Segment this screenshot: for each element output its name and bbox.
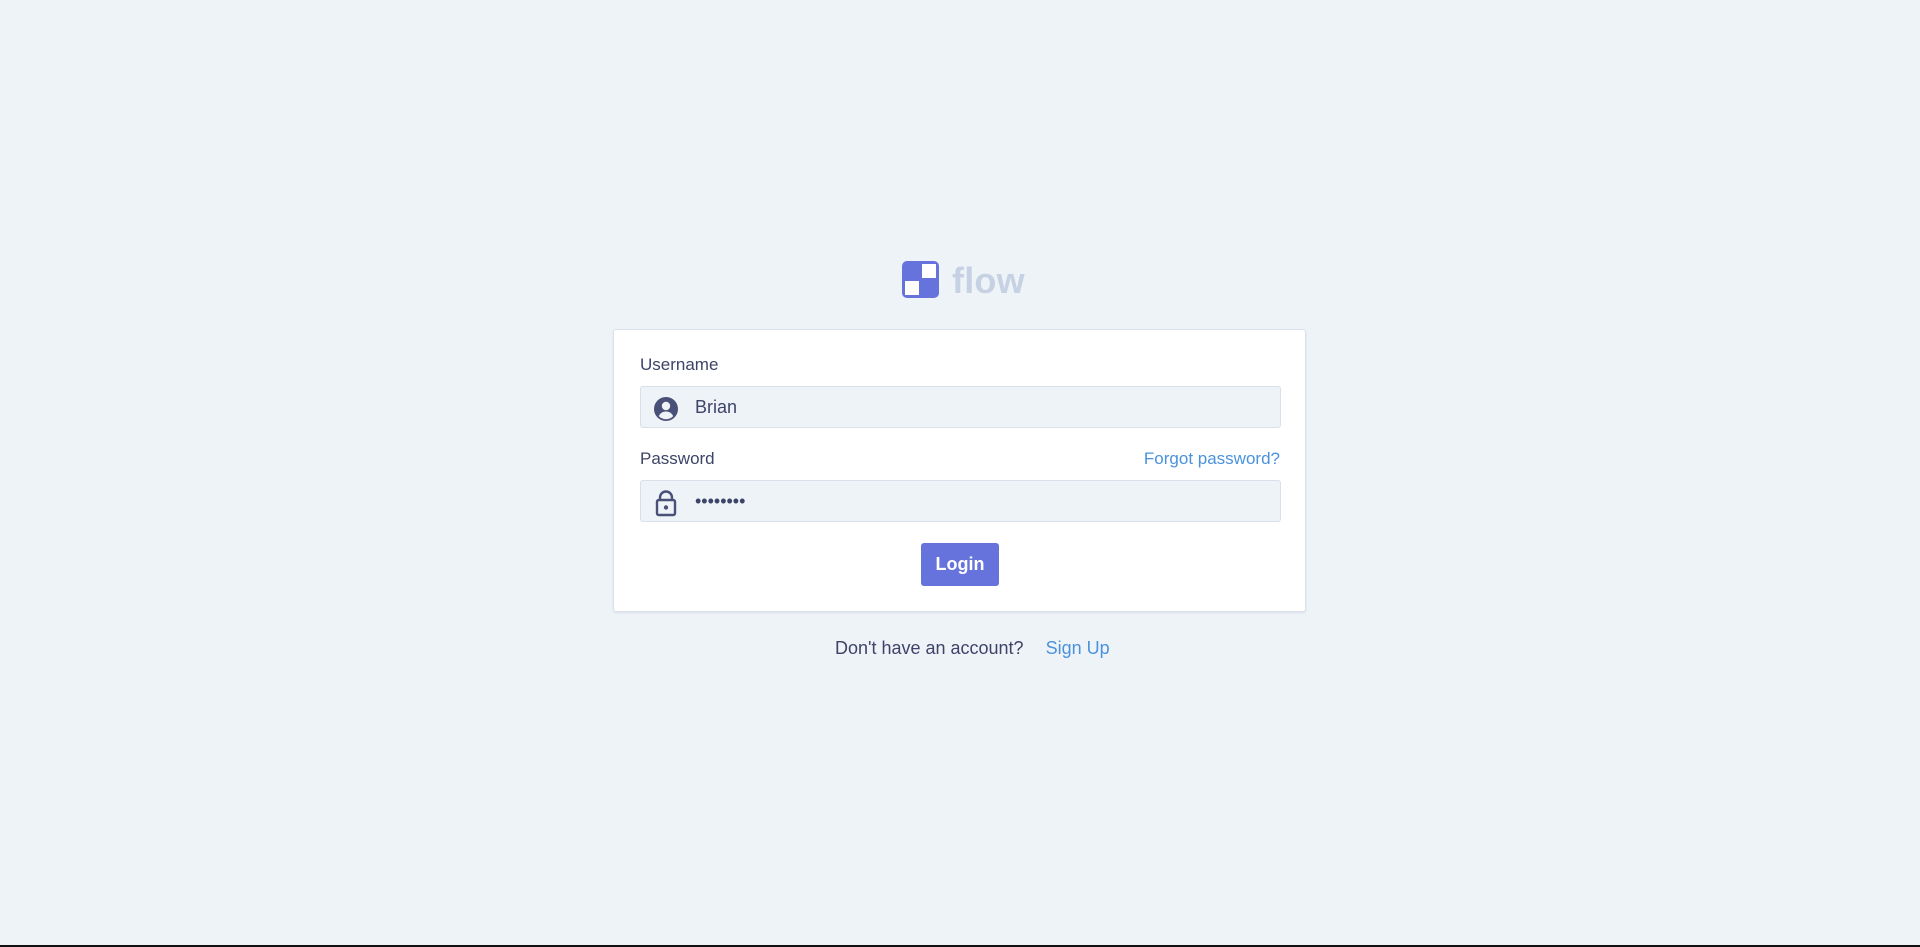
lock-icon: [653, 490, 679, 517]
flow-logo-icon: [902, 260, 939, 298]
signup-prompt: Don't have an account? Sign Up: [835, 637, 1110, 659]
password-label: Password: [640, 449, 715, 468]
signup-link[interactable]: Sign Up: [1046, 638, 1110, 658]
login-button[interactable]: Login: [921, 543, 999, 586]
password-field-wrapper: [640, 480, 1281, 522]
username-field-wrapper: [640, 386, 1281, 428]
password-input[interactable]: [695, 481, 1265, 521]
app-name: flow: [952, 260, 1025, 301]
username-input[interactable]: [695, 387, 1265, 427]
forgot-password-link[interactable]: Forgot password?: [1144, 449, 1280, 469]
user-circle-icon: [653, 396, 679, 422]
login-card: Username Password Forgot password?: [613, 329, 1306, 612]
brand-logo: flow: [902, 259, 1025, 299]
username-label: Username: [640, 355, 719, 374]
login-page: flow Username Password Forgot password?: [0, 0, 1920, 945]
signup-text: Don't have an account?: [835, 638, 1024, 658]
